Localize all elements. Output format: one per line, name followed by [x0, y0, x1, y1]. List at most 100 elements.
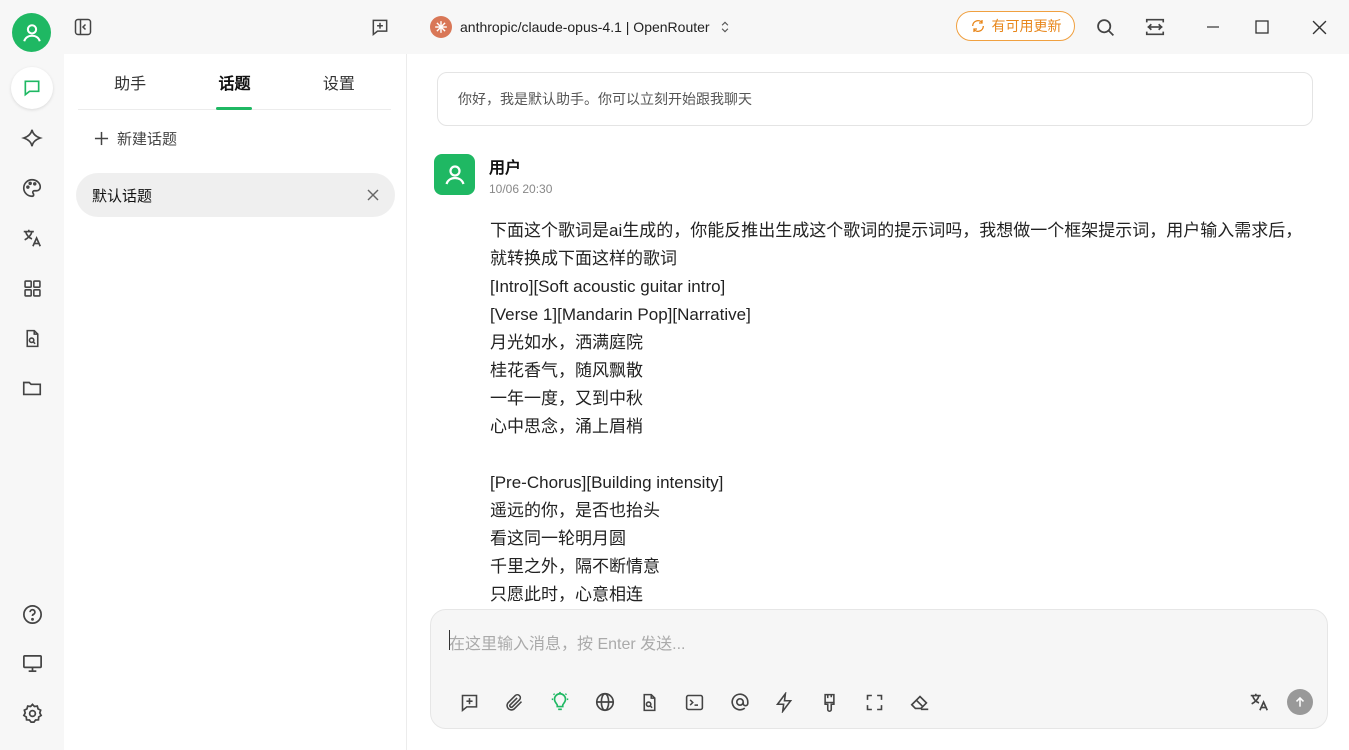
layout-toggle-button[interactable]	[1142, 14, 1168, 40]
globe-icon	[595, 692, 614, 712]
chat-area: 你好，我是默认助手。你可以立刻开始跟我聊天 用户 10/06 20:30 下面这…	[407, 54, 1349, 750]
knowledge-base-button[interactable]	[627, 688, 672, 716]
message-line: 心中思念，涌上眉梢	[490, 417, 643, 436]
new-chat-button[interactable]	[367, 14, 393, 40]
message-line: 月光如水，洒满庭院	[490, 333, 643, 352]
chat-icon	[24, 80, 40, 97]
maximize-icon	[1255, 20, 1269, 34]
eraser-icon	[910, 695, 928, 711]
lightning-icon	[775, 691, 793, 713]
message-input[interactable]: 在这里输入消息，按 Enter 发送...	[449, 630, 685, 654]
rail-knowledge[interactable]	[10, 318, 54, 358]
rail-settings[interactable]	[10, 693, 54, 733]
refresh-icon	[971, 20, 984, 32]
web-search-button[interactable]	[582, 688, 627, 716]
new-topic-button[interactable]: 新建话题	[94, 128, 177, 149]
translate-input-button[interactable]	[1245, 688, 1273, 716]
palette-icon	[23, 178, 42, 198]
clear-input-button[interactable]	[897, 688, 942, 716]
sidebar-collapse-icon	[74, 18, 92, 36]
chevron-up-down-icon	[721, 21, 728, 33]
rail-display[interactable]	[10, 643, 54, 683]
lightbulb-icon	[551, 691, 568, 711]
anthropic-logo-icon	[430, 16, 452, 38]
rail-chat[interactable]	[11, 67, 53, 109]
nav-rail	[0, 54, 64, 750]
rail-apps[interactable]	[10, 268, 54, 308]
input-toolbar	[447, 688, 942, 716]
arrow-up-icon	[1295, 696, 1305, 707]
search-icon	[1096, 18, 1114, 36]
panel-tabs: 助手 话题 设置	[78, 54, 391, 110]
rail-translate[interactable]	[10, 218, 54, 258]
search-button[interactable]	[1092, 14, 1118, 40]
send-button[interactable]	[1287, 689, 1313, 715]
message-line: 只愿此时，心意相连	[490, 585, 643, 604]
rail-agents[interactable]	[10, 118, 54, 158]
toggle-sidebar-button[interactable]	[70, 14, 96, 40]
file-search-icon	[25, 329, 39, 347]
quick-phrases-button[interactable]	[762, 688, 807, 716]
update-label: 有可用更新	[991, 18, 1062, 34]
message-line: 下面这个歌词是ai生成的，你能反推出生成这个歌词的提示词吗，我想做一个框架提示词…	[490, 221, 1303, 268]
monitor-icon	[22, 654, 42, 672]
at-icon	[730, 693, 749, 711]
translate-icon	[23, 229, 42, 247]
message-timestamp: 10/06 20:30	[489, 182, 553, 196]
message-author: 用户	[489, 160, 522, 177]
user-avatar[interactable]	[12, 13, 51, 52]
new-topic-tool-button[interactable]	[447, 688, 492, 716]
rail-help[interactable]	[10, 594, 54, 634]
sparkle-icon	[21, 129, 43, 147]
rail-paintings[interactable]	[10, 168, 54, 208]
brush-icon	[824, 693, 835, 712]
message-content: 下面这个歌词是ai生成的，你能反推出生成这个歌词的提示词吗，我想做一个框架提示词…	[490, 217, 1310, 609]
paperclip-icon	[506, 693, 523, 711]
user-icon	[444, 164, 465, 184]
input-actions	[1245, 688, 1313, 716]
plus-icon	[94, 131, 109, 146]
user-icon	[22, 23, 41, 42]
message-line	[490, 441, 1310, 469]
attach-button[interactable]	[492, 688, 537, 716]
close-icon	[1312, 20, 1326, 34]
message-input-box[interactable]: 在这里输入消息，按 Enter 发送...	[430, 609, 1328, 729]
update-available-button[interactable]: 有可用更新	[956, 11, 1075, 41]
message-line: 千里之外，隔不断情意	[490, 557, 660, 576]
topic-item[interactable]: 默认话题	[76, 173, 395, 217]
file-search-icon	[643, 693, 656, 711]
terminal-icon	[685, 694, 704, 710]
message-line: [Intro][Soft acoustic guitar intro]	[490, 277, 726, 296]
tab-settings[interactable]: 设置	[287, 54, 391, 109]
message-line: 看这同一轮明月圆	[490, 529, 626, 548]
message-line: 遥远的你，是否也抬头	[490, 501, 660, 520]
message-line: [Verse 1][Mandarin Pop][Narrative]	[490, 305, 751, 324]
tab-topics[interactable]: 话题	[182, 54, 286, 109]
rail-files[interactable]	[10, 368, 54, 408]
new-chat-icon	[372, 19, 388, 37]
tab-assistants[interactable]: 助手	[78, 54, 182, 109]
new-chat-icon	[461, 694, 478, 712]
thinking-button[interactable]	[537, 688, 582, 716]
message-line: 桂花香气，随风飘散	[490, 361, 643, 380]
expand-horizontal-icon	[1145, 18, 1165, 36]
close-window-button[interactable]	[1306, 14, 1332, 40]
minimize-icon	[1207, 26, 1219, 28]
clear-context-button[interactable]	[807, 688, 852, 716]
expand-input-button[interactable]	[852, 688, 897, 716]
title-bar: anthropic/claude-opus-4.1 | OpenRouter 有…	[0, 0, 1349, 54]
mcp-button[interactable]	[672, 688, 717, 716]
welcome-message: 你好，我是默认助手。你可以立刻开始跟我聊天	[437, 72, 1313, 126]
fullscreen-icon	[866, 694, 883, 710]
close-icon[interactable]	[367, 189, 379, 201]
maximize-button[interactable]	[1249, 14, 1275, 40]
model-selector[interactable]: anthropic/claude-opus-4.1 | OpenRouter	[430, 14, 732, 40]
topic-item-label: 默认话题	[92, 187, 153, 205]
grid-icon	[23, 279, 41, 297]
minimize-button[interactable]	[1200, 14, 1226, 40]
mention-model-button[interactable]	[717, 688, 762, 716]
message-avatar	[434, 154, 475, 195]
help-icon	[22, 604, 42, 624]
translate-icon	[1250, 693, 1269, 711]
new-topic-label: 新建话题	[117, 131, 178, 148]
